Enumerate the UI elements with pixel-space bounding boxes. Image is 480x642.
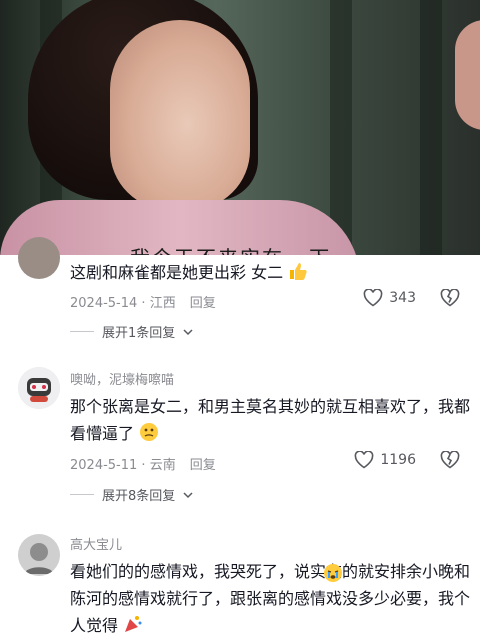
dislike-button[interactable] (440, 450, 460, 473)
comment-item: 高大宝儿 看她们的的感情戏，我哭死了，说实在的就安排余小晚和陈河的感情戏就行了，… (0, 530, 480, 640)
comment-text: 那个张离是女二，和男主莫名其妙的就互相喜欢了，我都看懵逼了 (70, 393, 470, 450)
reply-button[interactable]: 回复 (190, 454, 216, 473)
comment-item: 噢呦，泥壕梅嚓喵 那个张离是女二，和男主莫名其妙的就互相喜欢了，我都看懵逼了 2… (0, 365, 480, 510)
avatar[interactable] (18, 367, 60, 409)
avatar-image (18, 367, 60, 409)
chevron-down-icon (183, 491, 193, 498)
expand-replies-label: 展开1条回复 (102, 326, 176, 341)
reply-button[interactable]: 回复 (190, 292, 216, 311)
comment-item: 这剧和麻雀都是她更出彩 女二 2024-5-14 · 江西 回复 343 展开1… (0, 237, 480, 345)
thumbs-up-icon (288, 261, 308, 289)
confused-face-icon (139, 422, 159, 450)
video-player[interactable]: 我今天不来实在...下 (0, 0, 480, 255)
video-subtitle: 我今天不来实在...下 (130, 242, 331, 255)
like-count: 343 (389, 290, 416, 306)
comment-location: 江西 (149, 296, 176, 311)
comment-location: 云南 (149, 458, 176, 473)
party-popper-icon (123, 614, 143, 642)
comment-meta: 2024-5-11 · 云南 回复 (70, 454, 216, 473)
broken-heart-icon (440, 450, 460, 469)
heart-icon (363, 289, 383, 307)
avatar[interactable] (18, 237, 60, 279)
comment-username[interactable]: 噢呦，泥壕梅嚓喵 (70, 369, 174, 388)
crying-face-icon (323, 563, 343, 587)
chevron-down-icon (183, 328, 193, 335)
comment-text: 这剧和麻雀都是她更出彩 女二 (70, 259, 470, 289)
broken-heart-icon (440, 288, 460, 307)
divider-line (70, 494, 94, 495)
like-count: 1196 (380, 452, 416, 468)
dislike-button[interactable] (440, 288, 460, 311)
expand-replies-label: 展开8条回复 (102, 489, 176, 504)
divider-line (70, 331, 94, 332)
like-button[interactable]: 343 (363, 289, 416, 307)
background-panel (420, 0, 442, 255)
actress-face (110, 20, 250, 210)
comment-username[interactable]: 高大宝儿 (70, 534, 122, 553)
avatar-image (18, 534, 60, 576)
comment-text: 看她们的的感情戏，我哭死了，说实在的就安排余小晚和陈河的感情戏就行了，跟张离的感… (70, 558, 470, 642)
hand (455, 20, 480, 130)
comment-meta: 2024-5-14 · 江西 回复 (70, 292, 216, 311)
background-panel (330, 0, 352, 255)
expand-replies-button[interactable]: 展开8条回复 (70, 485, 193, 504)
heart-icon (355, 451, 374, 469)
comment-date: 2024-5-11 (70, 458, 138, 473)
expand-replies-button[interactable]: 展开1条回复 (70, 322, 193, 341)
like-button[interactable]: 1196 (354, 451, 416, 469)
comment-date: 2024-5-14 (70, 296, 138, 311)
avatar[interactable] (18, 534, 60, 576)
